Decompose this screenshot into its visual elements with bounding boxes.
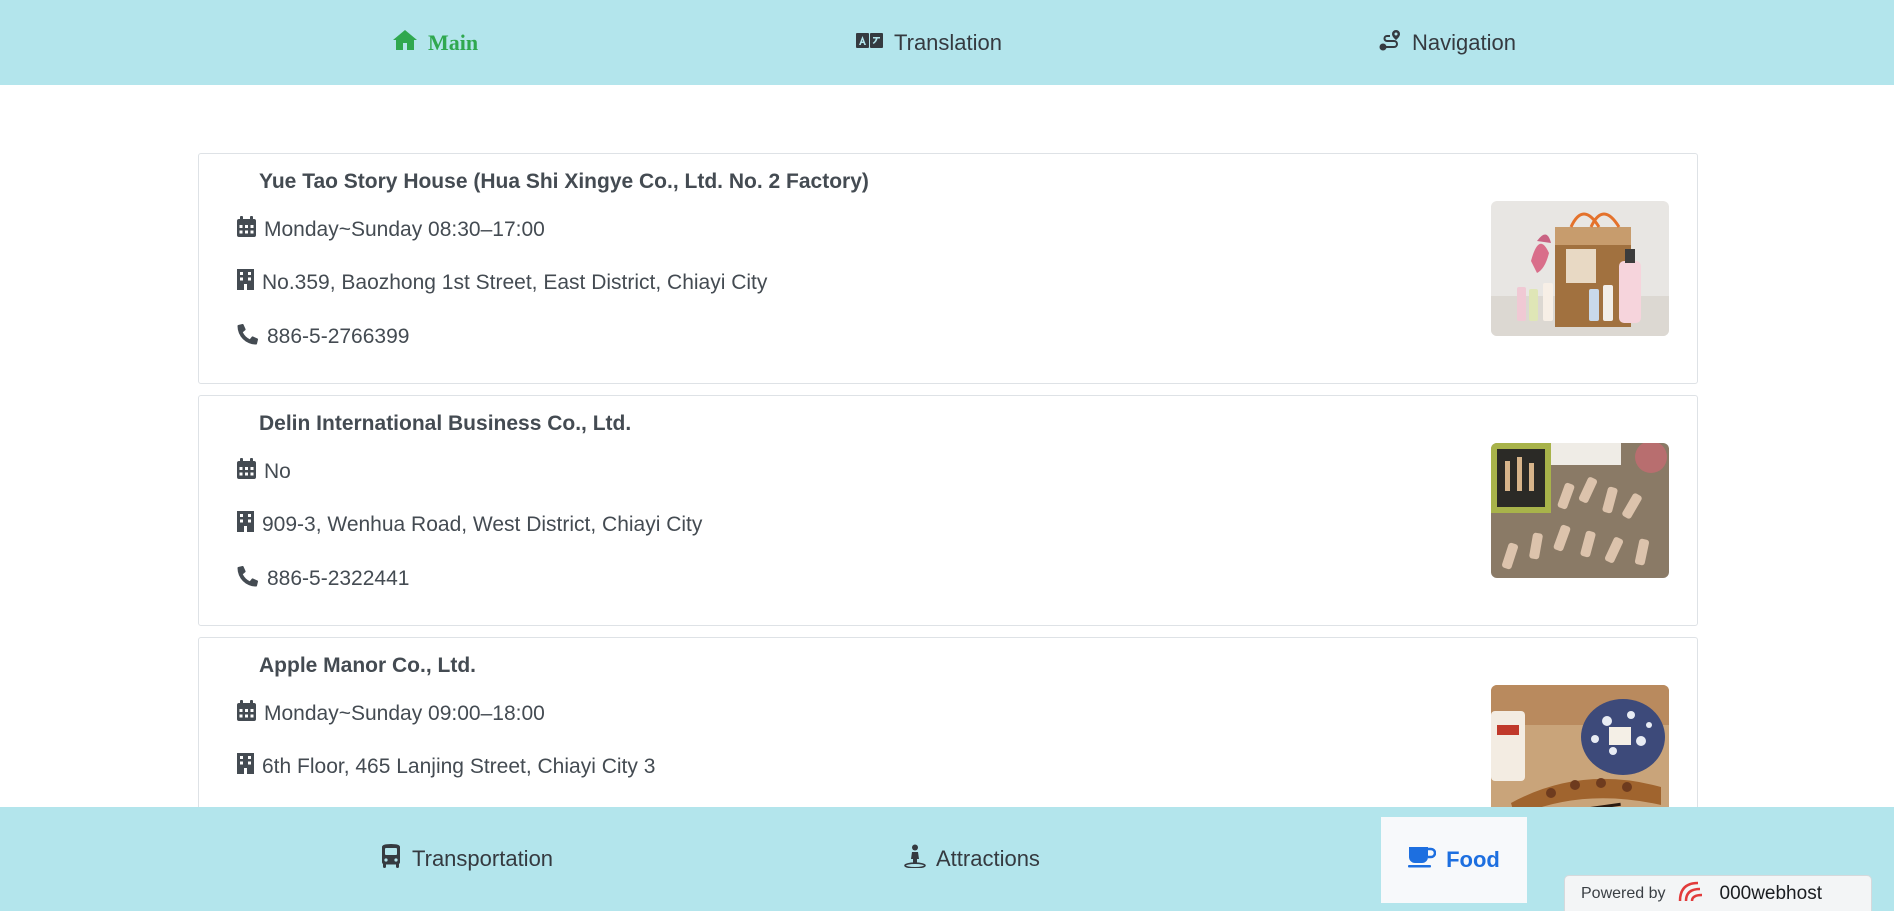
- shop-photo[interactable]: [1491, 201, 1669, 336]
- address-row: 909-3, Wenhua Road, West District, Chiay…: [237, 511, 702, 538]
- top-nav: Main Translation Navigation: [0, 0, 1894, 85]
- phone-icon: [237, 565, 259, 593]
- tab-transportation[interactable]: Transportation: [380, 807, 553, 911]
- phone-row: 886-5-2322441: [237, 565, 409, 593]
- home-icon: [392, 29, 418, 57]
- tab-attractions-label: Attractions: [936, 846, 1040, 871]
- address-row: 6th Floor, 465 Lanjing Street, Chiayi Ci…: [237, 753, 655, 780]
- person-walking-icon: [904, 844, 926, 874]
- tab-transportation-label: Transportation: [412, 846, 554, 871]
- calendar-icon: [237, 458, 256, 485]
- nav-translation-link[interactable]: Translation: [856, 0, 1002, 85]
- phone-icon: [237, 323, 259, 351]
- calendar-icon: [237, 700, 256, 727]
- shop-photo[interactable]: [1491, 443, 1669, 578]
- shop-name: Delin International Business Co., Ltd.: [259, 412, 632, 435]
- shop-photo[interactable]: [1491, 685, 1669, 820]
- shop-name: Apple Manor Co., Ltd.: [259, 654, 476, 677]
- shop-name: Yue Tao Story House (Hua Shi Xingye Co.,…: [259, 170, 869, 193]
- hours-text: Monday~Sunday 09:00–18:00: [264, 701, 545, 725]
- building-icon: [237, 269, 254, 296]
- shop-card[interactable]: Yue Tao Story House (Hua Shi Xingye Co.,…: [198, 153, 1698, 384]
- coffee-cup-icon: [1408, 846, 1437, 874]
- hours-row: Monday~Sunday 08:30–17:00: [237, 216, 545, 243]
- translate-icon: [856, 30, 884, 56]
- hours-row: Monday~Sunday 09:00–18:00: [237, 700, 545, 727]
- nav-main-link[interactable]: Main: [392, 0, 478, 85]
- webhost-logo-icon: [1676, 879, 1710, 908]
- phone-text[interactable]: 886-5-2322441: [267, 567, 409, 591]
- nav-navigation-link[interactable]: Navigation: [1378, 0, 1516, 85]
- address-text: 6th Floor, 465 Lanjing Street, Chiayi Ci…: [262, 754, 656, 778]
- tab-food-label: Food: [1446, 847, 1500, 872]
- powered-by-badge[interactable]: Powered by 000webhost: [1564, 875, 1872, 911]
- address-text: 909-3, Wenhua Road, West District, Chiay…: [262, 512, 703, 536]
- tab-food[interactable]: Food: [1381, 817, 1527, 903]
- address-row: No.359, Baozhong 1st Street, East Distri…: [237, 269, 767, 296]
- route-icon: [1378, 28, 1402, 58]
- hours-text: Monday~Sunday 08:30–17:00: [264, 217, 545, 241]
- building-icon: [237, 511, 254, 538]
- calendar-icon: [237, 216, 256, 243]
- address-text: No.359, Baozhong 1st Street, East Distri…: [262, 270, 768, 294]
- phone-text[interactable]: 886-5-2766399: [267, 325, 409, 349]
- shop-list: Yue Tao Story House (Hua Shi Xingye Co.,…: [198, 153, 1698, 879]
- tab-attractions[interactable]: Attractions: [904, 807, 1040, 911]
- bus-icon: [380, 844, 402, 874]
- phone-row: 886-5-2766399: [237, 323, 409, 351]
- nav-navigation-label: Navigation: [1412, 29, 1516, 55]
- hours-text: No: [264, 459, 291, 483]
- powered-by-brand: 000webhost: [1719, 882, 1822, 904]
- nav-main-label: Main: [428, 29, 479, 55]
- building-icon: [237, 753, 254, 780]
- nav-translation-label: Translation: [894, 29, 1003, 55]
- bottom-nav: Transportation Attractions Food Powered …: [0, 807, 1894, 911]
- powered-by-label: Powered by: [1581, 884, 1666, 902]
- shop-card[interactable]: Delin International Business Co., Ltd. N…: [198, 395, 1698, 626]
- hours-row: No: [237, 458, 291, 485]
